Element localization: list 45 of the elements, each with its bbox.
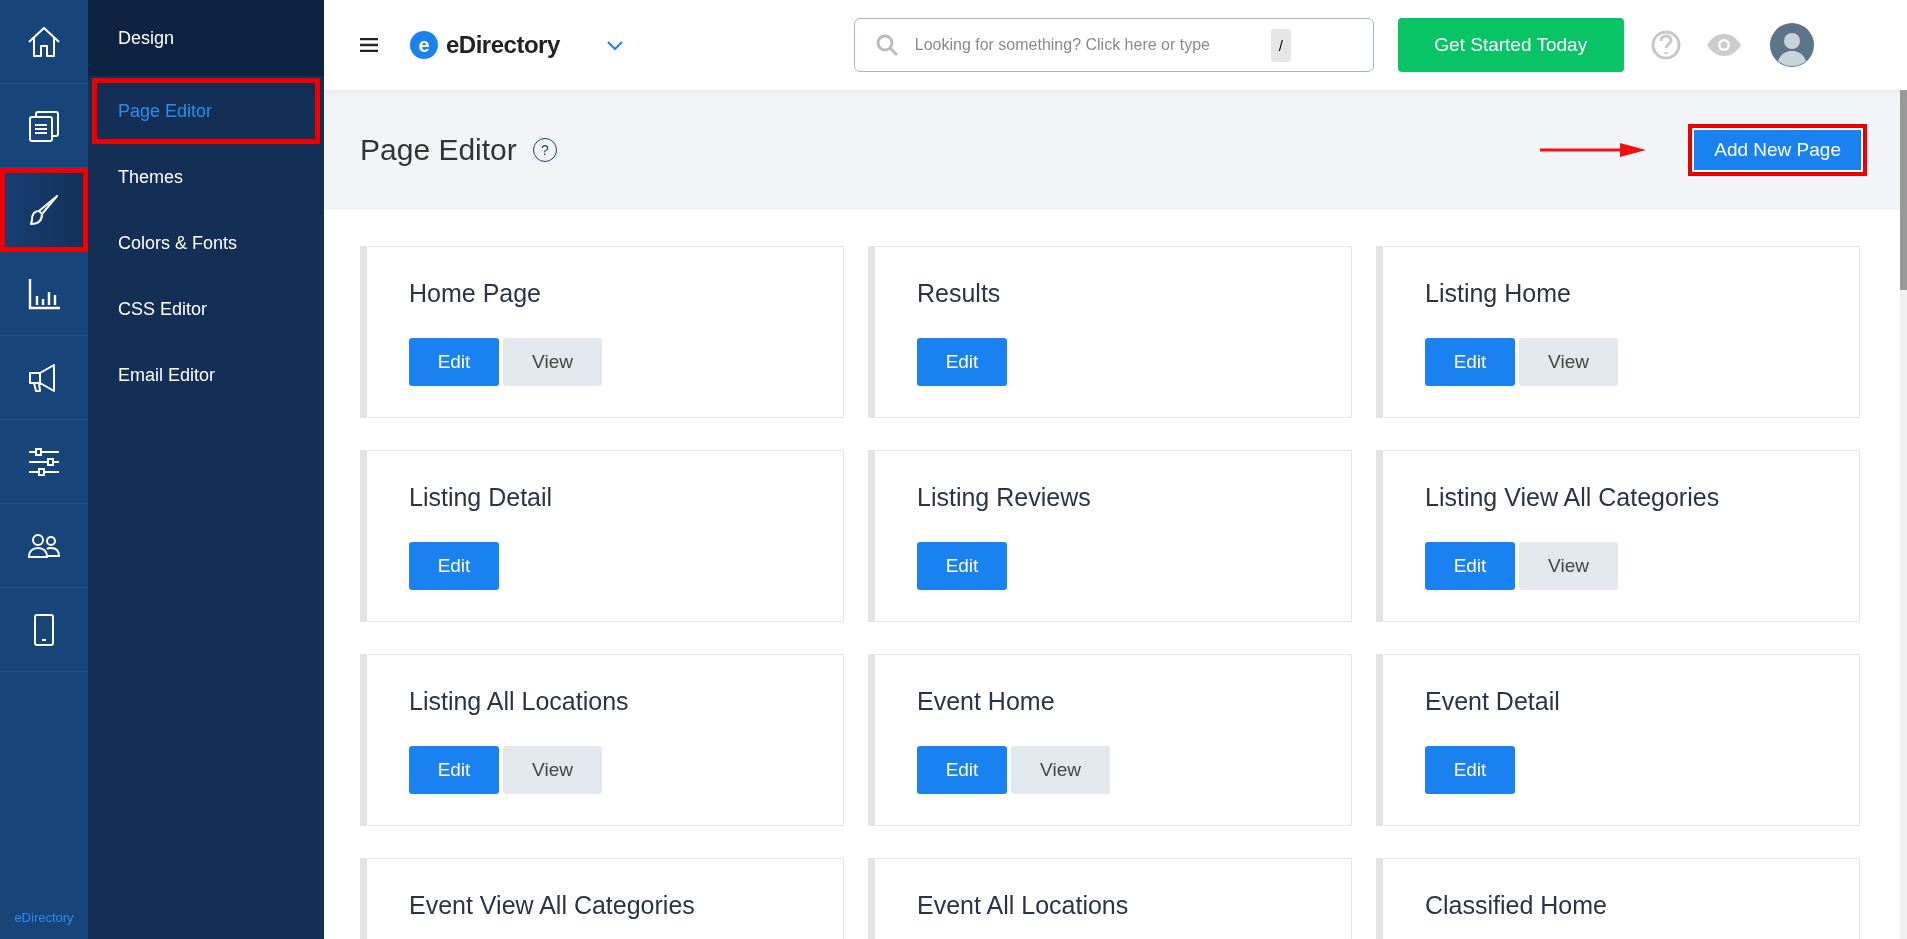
card-title: Listing Home xyxy=(1425,279,1572,308)
scrollbar[interactable] xyxy=(1900,90,1907,939)
section-title: Design xyxy=(88,0,324,76)
avatar-icon[interactable] xyxy=(1769,23,1814,67)
edit-button[interactable]: Edit xyxy=(409,338,499,386)
card-title: Listing View All Categories xyxy=(1425,483,1721,512)
nav-item[interactable] xyxy=(0,168,88,252)
view-button[interactable]: View xyxy=(1519,542,1618,590)
view-button[interactable]: View xyxy=(503,746,602,794)
card-title: Listing All Locations xyxy=(409,687,630,716)
shortcut-key: / xyxy=(1270,28,1291,62)
add-new-page-button[interactable]: Add New Page xyxy=(1688,124,1867,176)
edit-button[interactable]: Edit xyxy=(1425,542,1515,590)
footer-brand-label: eDirectory xyxy=(13,910,75,927)
edit-button[interactable]: Edit xyxy=(1425,746,1515,794)
page-title: Page Editor xyxy=(360,133,517,167)
submenu-item[interactable]: Themes xyxy=(88,144,324,210)
submenu-item[interactable]: CSS Editor xyxy=(88,276,324,342)
chevron-down-icon[interactable] xyxy=(605,39,624,51)
card-title: Event Home xyxy=(917,687,1056,716)
edit-button[interactable]: Edit xyxy=(409,542,499,590)
submenu-item[interactable]: Colors & Fonts xyxy=(88,210,324,276)
edit-button[interactable]: Edit xyxy=(1425,338,1515,386)
card-title: Results xyxy=(917,279,1002,308)
card-title: Event All Locations xyxy=(917,891,1130,920)
search-icon xyxy=(874,33,899,57)
get-started-button[interactable]: Get Started Today xyxy=(1397,18,1624,72)
card-title: Event View All Categories xyxy=(409,891,696,920)
view-button[interactable]: View xyxy=(1011,746,1110,794)
card-title: Listing Detail xyxy=(409,483,554,512)
edit-button[interactable]: Edit xyxy=(917,338,1007,386)
card-title: Listing Reviews xyxy=(917,483,1092,512)
menu-icon[interactable] xyxy=(360,38,378,52)
card-title: Classified Home xyxy=(1425,891,1608,920)
edit-button[interactable]: Edit xyxy=(917,542,1007,590)
card-title: Event Detail xyxy=(1425,687,1561,716)
brand-name[interactable]: eDirectory xyxy=(446,31,560,59)
card-title: Home Page xyxy=(409,279,543,308)
view-button[interactable]: View xyxy=(503,338,602,386)
logo-badge: e xyxy=(410,31,438,59)
edit-button[interactable]: Edit xyxy=(409,746,499,794)
submenu-item[interactable]: Page Editor xyxy=(92,78,320,144)
view-button[interactable]: View xyxy=(1519,338,1618,386)
edit-button[interactable]: Edit xyxy=(917,746,1007,794)
submenu-item[interactable]: Email Editor xyxy=(88,342,324,408)
